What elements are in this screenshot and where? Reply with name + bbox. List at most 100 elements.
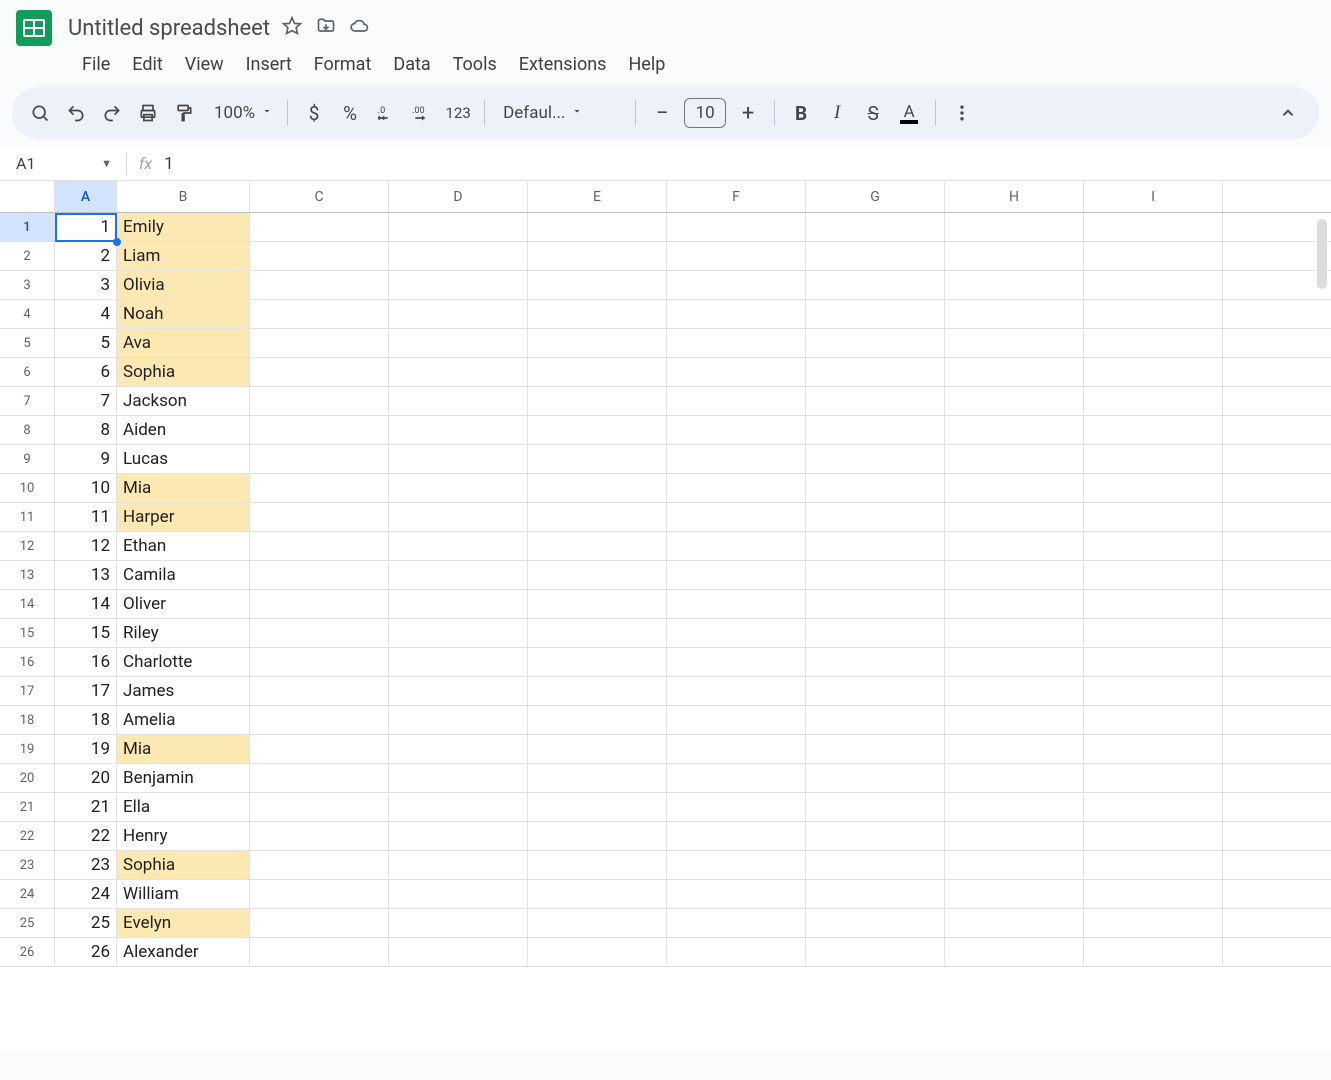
cell[interactable]: Amelia <box>117 706 250 734</box>
row-header[interactable]: 4 <box>0 300 54 329</box>
cell[interactable] <box>389 358 528 386</box>
cell[interactable] <box>528 387 667 415</box>
cell[interactable] <box>1084 880 1223 908</box>
cell[interactable] <box>667 648 806 676</box>
cell[interactable] <box>1084 213 1223 241</box>
cell[interactable]: 23 <box>55 851 117 879</box>
cell[interactable]: Charlotte <box>117 648 250 676</box>
cell[interactable] <box>667 300 806 328</box>
cell[interactable]: 12 <box>55 532 117 560</box>
cell[interactable] <box>389 271 528 299</box>
cell[interactable] <box>528 706 667 734</box>
cell[interactable]: 1 <box>55 213 117 241</box>
cell[interactable]: Aiden <box>117 416 250 444</box>
cell[interactable] <box>667 416 806 444</box>
cell[interactable]: Harper <box>117 503 250 531</box>
cell[interactable] <box>945 590 1084 618</box>
cell[interactable]: 14 <box>55 590 117 618</box>
menu-extensions[interactable]: Extensions <box>509 50 617 79</box>
cell[interactable] <box>250 677 389 705</box>
cell[interactable] <box>389 764 528 792</box>
cell[interactable] <box>945 648 1084 676</box>
cell[interactable] <box>806 474 945 502</box>
cell[interactable] <box>528 880 667 908</box>
row-header[interactable]: 23 <box>0 851 54 880</box>
cell[interactable] <box>945 561 1084 589</box>
cell[interactable] <box>667 822 806 850</box>
cell[interactable]: 10 <box>55 474 117 502</box>
cell[interactable] <box>806 880 945 908</box>
cell[interactable] <box>945 387 1084 415</box>
column-header-I[interactable]: I <box>1084 181 1223 212</box>
paint-format-button[interactable] <box>168 95 200 131</box>
cell[interactable] <box>250 619 389 647</box>
cell[interactable] <box>1084 271 1223 299</box>
cell[interactable]: 21 <box>55 793 117 821</box>
cell[interactable] <box>389 387 528 415</box>
cell[interactable] <box>528 619 667 647</box>
cell[interactable] <box>667 503 806 531</box>
row-header[interactable]: 6 <box>0 358 54 387</box>
cell[interactable] <box>528 242 667 270</box>
column-header-H[interactable]: H <box>945 181 1084 212</box>
cell[interactable] <box>250 300 389 328</box>
cell[interactable] <box>806 271 945 299</box>
cell[interactable] <box>806 735 945 763</box>
cell[interactable] <box>945 909 1084 937</box>
cell[interactable] <box>1084 532 1223 560</box>
cell[interactable] <box>1084 561 1223 589</box>
cell[interactable] <box>667 793 806 821</box>
cell[interactable] <box>945 706 1084 734</box>
cell[interactable]: 17 <box>55 677 117 705</box>
cell[interactable] <box>1084 619 1223 647</box>
row-header[interactable]: 17 <box>0 677 54 706</box>
cell[interactable] <box>667 909 806 937</box>
cell[interactable] <box>945 213 1084 241</box>
cell[interactable] <box>528 561 667 589</box>
cell[interactable] <box>528 590 667 618</box>
percent-button[interactable]: % <box>334 95 366 131</box>
cell[interactable]: 20 <box>55 764 117 792</box>
menu-help[interactable]: Help <box>618 50 675 79</box>
cell[interactable] <box>389 561 528 589</box>
column-header-B[interactable]: B <box>117 181 250 212</box>
cell[interactable]: James <box>117 677 250 705</box>
cell[interactable] <box>1084 793 1223 821</box>
cell[interactable]: 3 <box>55 271 117 299</box>
cell[interactable] <box>806 329 945 357</box>
fill-handle[interactable] <box>113 238 121 246</box>
cell[interactable] <box>806 590 945 618</box>
cell[interactable] <box>389 822 528 850</box>
cell[interactable] <box>528 532 667 560</box>
menu-view[interactable]: View <box>175 50 234 79</box>
cell[interactable]: Oliver <box>117 590 250 618</box>
column-header-F[interactable]: F <box>667 181 806 212</box>
cell[interactable]: 7 <box>55 387 117 415</box>
cell[interactable] <box>389 909 528 937</box>
cell[interactable] <box>806 213 945 241</box>
cell[interactable]: Ella <box>117 793 250 821</box>
cell[interactable] <box>667 213 806 241</box>
cell[interactable]: 24 <box>55 880 117 908</box>
cell[interactable] <box>945 735 1084 763</box>
cell[interactable]: Noah <box>117 300 250 328</box>
cell[interactable] <box>806 851 945 879</box>
cell[interactable] <box>1084 242 1223 270</box>
cell[interactable] <box>667 329 806 357</box>
cell[interactable] <box>667 851 806 879</box>
cell[interactable] <box>528 764 667 792</box>
cell[interactable] <box>250 735 389 763</box>
cell[interactable]: 16 <box>55 648 117 676</box>
cell[interactable]: Sophia <box>117 851 250 879</box>
row-header[interactable]: 26 <box>0 938 54 967</box>
cell[interactable] <box>1084 735 1223 763</box>
cell[interactable] <box>528 358 667 386</box>
undo-button[interactable] <box>60 95 92 131</box>
font-dropdown-icon[interactable] <box>571 105 583 121</box>
menu-edit[interactable]: Edit <box>122 50 172 79</box>
row-header[interactable]: 24 <box>0 880 54 909</box>
cell[interactable]: 13 <box>55 561 117 589</box>
cell[interactable] <box>806 648 945 676</box>
cell[interactable] <box>528 503 667 531</box>
name-box-dropdown-icon[interactable]: ▼ <box>101 157 112 170</box>
